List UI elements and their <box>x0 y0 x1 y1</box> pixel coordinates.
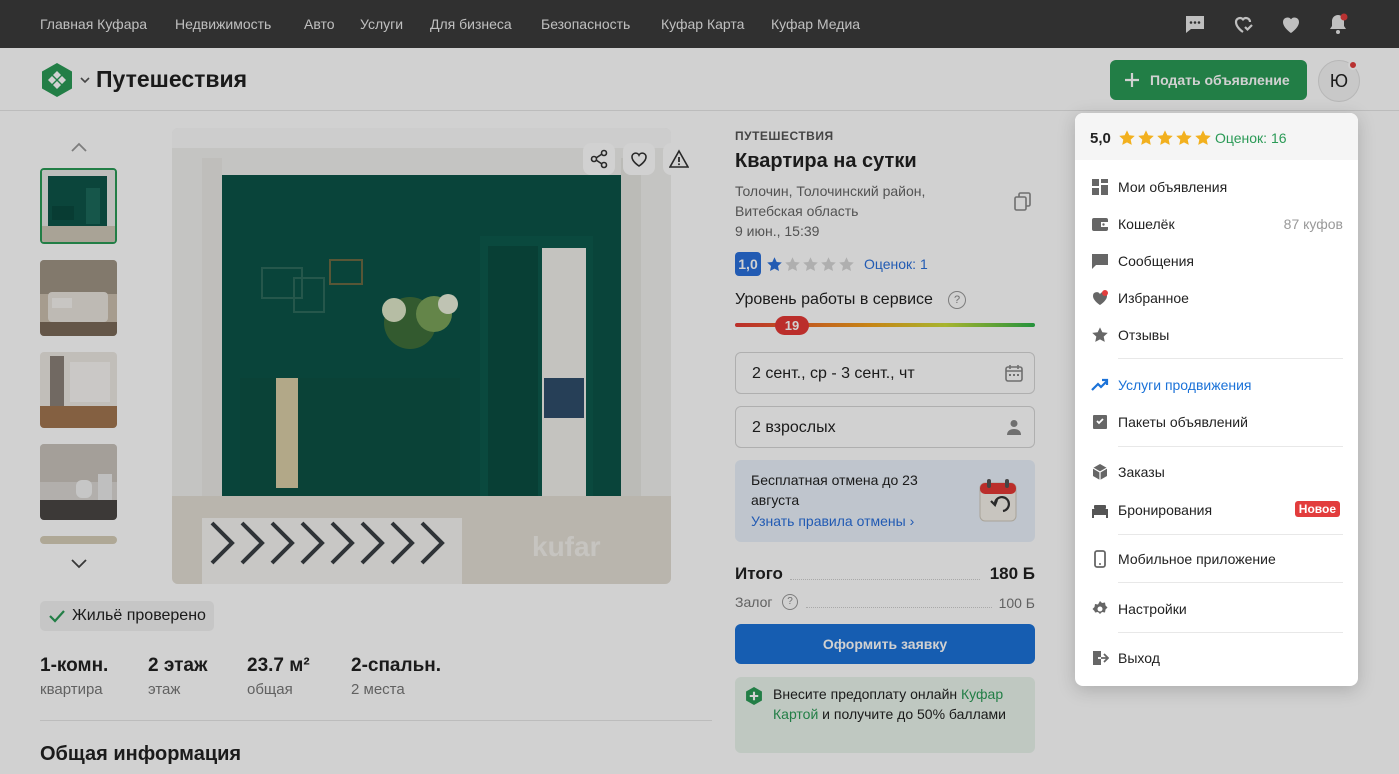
menu-divider <box>1118 632 1343 633</box>
menu-item-label: Бронирования <box>1118 502 1213 518</box>
menu-item-label: Пакеты объявлений <box>1118 414 1248 430</box>
star-icon <box>1091 326 1109 344</box>
menu-item-logout[interactable]: Выход <box>1075 639 1358 676</box>
menu-item-bookings[interactable]: Бронирования Новое <box>1081 490 1352 530</box>
menu-item-label: Избранное <box>1118 290 1189 306</box>
menu-item-label: Отзывы <box>1118 327 1170 343</box>
menu-item-orders[interactable]: Заказы <box>1075 453 1358 490</box>
menu-item-label: Кошелёк <box>1118 216 1175 232</box>
menu-item-label: Заказы <box>1118 464 1165 480</box>
menu-item-label: Выход <box>1118 650 1160 666</box>
menu-item-label: Настройки <box>1118 601 1187 617</box>
menu-item-wallet[interactable]: Кошелёк 87 куфов <box>1075 205 1358 242</box>
heart-icon <box>1091 289 1109 307</box>
star-icon <box>1195 130 1211 145</box>
gear-icon <box>1091 600 1109 618</box>
menu-item-label: Услуги продвижения <box>1118 377 1252 393</box>
menu-divider <box>1118 534 1343 535</box>
menu-item-mobile-app[interactable]: Мобильное приложение <box>1075 540 1358 577</box>
wallet-balance: 87 куфов <box>1283 216 1343 232</box>
logout-icon <box>1091 649 1109 667</box>
new-badge: Новое <box>1294 501 1340 517</box>
package-icon <box>1091 413 1109 431</box>
menu-item-label: Сообщения <box>1118 253 1194 269</box>
wallet-icon <box>1091 215 1109 233</box>
menu-item-label: Мобильное приложение <box>1118 551 1276 567</box>
star-icon <box>1119 130 1135 145</box>
bed-icon <box>1091 501 1109 519</box>
star-icon <box>1176 130 1192 145</box>
menu-item-reviews[interactable]: Отзывы <box>1075 316 1358 353</box>
user-rating-stars <box>1118 129 1212 147</box>
trending-icon <box>1091 376 1109 394</box>
user-rating-header: 5,0 Оценок: 16 <box>1075 113 1358 160</box>
menu-divider <box>1118 582 1343 583</box>
message-icon <box>1091 252 1109 270</box>
menu-divider <box>1118 446 1343 447</box>
menu-item-my-ads[interactable]: Мои объявления <box>1075 168 1358 205</box>
user-reviews-link[interactable]: Оценок: 16 <box>1215 130 1287 146</box>
box-icon <box>1091 463 1109 481</box>
menu-item-packages[interactable]: Пакеты объявлений <box>1075 403 1358 440</box>
star-icon <box>1157 130 1173 145</box>
user-menu-dropdown: 5,0 Оценок: 16 Мои объявления Кошелёк 87… <box>1075 113 1358 686</box>
menu-item-label: Мои объявления <box>1118 179 1228 195</box>
user-rating-score: 5,0 <box>1090 130 1111 147</box>
phone-icon <box>1091 550 1109 568</box>
menu-item-messages[interactable]: Сообщения <box>1075 242 1358 279</box>
menu-divider <box>1118 358 1343 359</box>
star-icon <box>1138 130 1154 145</box>
grid-icon <box>1091 178 1109 196</box>
menu-item-settings[interactable]: Настройки <box>1075 590 1358 627</box>
menu-item-promotion[interactable]: Услуги продвижения <box>1075 366 1358 403</box>
menu-item-favorites[interactable]: Избранное <box>1075 279 1358 316</box>
